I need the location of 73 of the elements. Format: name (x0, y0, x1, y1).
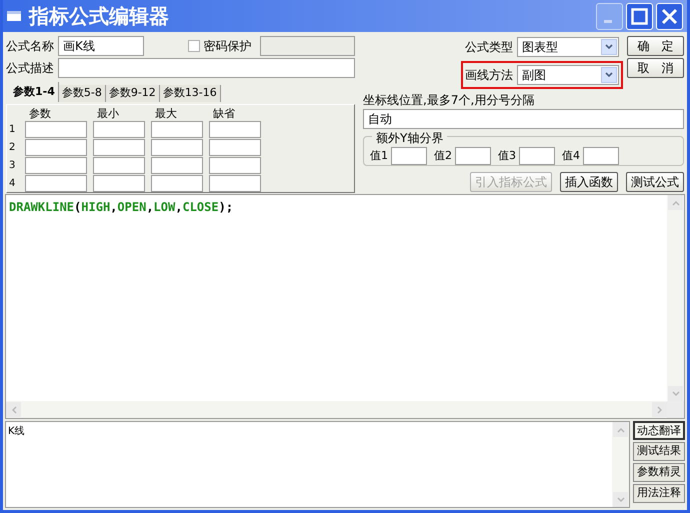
value-input[interactable] (519, 147, 555, 165)
row-number: 1 (9, 123, 16, 137)
description-field[interactable] (58, 58, 355, 78)
side-button[interactable]: 测试结果 (633, 442, 685, 461)
row-number: 3 (9, 159, 16, 173)
side-button[interactable]: 用法注释 (633, 484, 685, 503)
checkbox-label: 密码保护 (204, 38, 252, 55)
param-input[interactable] (209, 139, 261, 156)
field-label: 值3 (498, 148, 516, 164)
group-title: 额外Y轴分界 (372, 129, 448, 147)
param-input[interactable] (209, 175, 261, 192)
caret-icon (601, 67, 617, 83)
field-label: 公式描述 (6, 60, 54, 77)
param-input[interactable] (93, 121, 145, 138)
vertical-scrollbar[interactable] (612, 422, 629, 507)
param-input[interactable] (151, 121, 203, 138)
vertical-scrollbar[interactable] (667, 195, 684, 401)
column-header: 参数 (28, 107, 52, 120)
output-text: K线 (7, 424, 26, 439)
caret-icon (601, 39, 617, 55)
maximize-button[interactable] (626, 2, 653, 30)
checkbox[interactable] (188, 40, 200, 52)
param-input[interactable] (25, 121, 87, 138)
param-input[interactable] (151, 175, 203, 192)
tab[interactable]: 参数1-4 (10, 82, 59, 102)
field-label: 公式类型 (465, 39, 513, 56)
param-input[interactable] (151, 139, 203, 156)
tab[interactable]: 参数13-16 (160, 85, 221, 102)
value-input[interactable] (391, 147, 427, 165)
axis-lines-field[interactable]: 自动 (363, 109, 684, 129)
param-input[interactable] (209, 121, 261, 138)
dropdown[interactable]: 副图 (517, 65, 619, 85)
dialog-button[interactable]: 取 消 (627, 58, 684, 78)
field-label: 值1 (370, 148, 388, 164)
side-button[interactable]: 参数精灵 (633, 463, 685, 482)
param-input[interactable] (25, 139, 87, 156)
param-input[interactable] (25, 175, 87, 192)
row-number: 4 (9, 177, 16, 191)
horizontal-scrollbar[interactable] (6, 401, 667, 418)
password-field[interactable] (260, 36, 355, 56)
column-header: 最小 (96, 107, 120, 120)
param-input[interactable] (93, 139, 145, 156)
minimize-icon (604, 20, 612, 22)
code-editor[interactable]: DRAWKLINE(HIGH,OPEN,LOW,CLOSE); (5, 194, 685, 419)
field-label: 公式名称 (6, 38, 54, 55)
maximize-icon (631, 8, 648, 24)
field-label: 值2 (434, 148, 452, 164)
tab[interactable]: 参数5-8 (58, 85, 106, 102)
window-icon (7, 11, 21, 21)
dropdown[interactable]: 图表型 (517, 37, 619, 57)
tab[interactable]: 参数9-12 (106, 85, 160, 102)
close-button[interactable] (656, 2, 683, 30)
param-input[interactable] (93, 157, 145, 174)
param-input[interactable] (93, 175, 145, 192)
param-input[interactable] (209, 157, 261, 174)
value-input[interactable] (455, 147, 491, 165)
side-button[interactable]: 动态翻译 (633, 421, 685, 440)
tool-button[interactable]: 测试公式 (626, 172, 684, 192)
column-header: 最大 (154, 107, 178, 120)
field-label: 坐标线位置,最多7个,用分号分隔 (363, 92, 536, 109)
row-number: 2 (9, 141, 16, 155)
window-title: 指标公式编辑器 (29, 3, 169, 30)
param-input[interactable] (25, 157, 87, 174)
field-label: 画线方法 (465, 67, 513, 84)
tool-button[interactable]: 插入函数 (560, 172, 618, 192)
column-header: 缺省 (212, 107, 236, 120)
name-field[interactable]: 画K线 (58, 36, 144, 56)
value-input[interactable] (583, 147, 619, 165)
close-icon (661, 8, 678, 24)
code-line: DRAWKLINE(HIGH,OPEN,LOW,CLOSE); (9, 200, 234, 214)
param-input[interactable] (151, 157, 203, 174)
field-label: 值4 (562, 148, 580, 164)
dialog-button[interactable]: 确 定 (627, 36, 684, 56)
